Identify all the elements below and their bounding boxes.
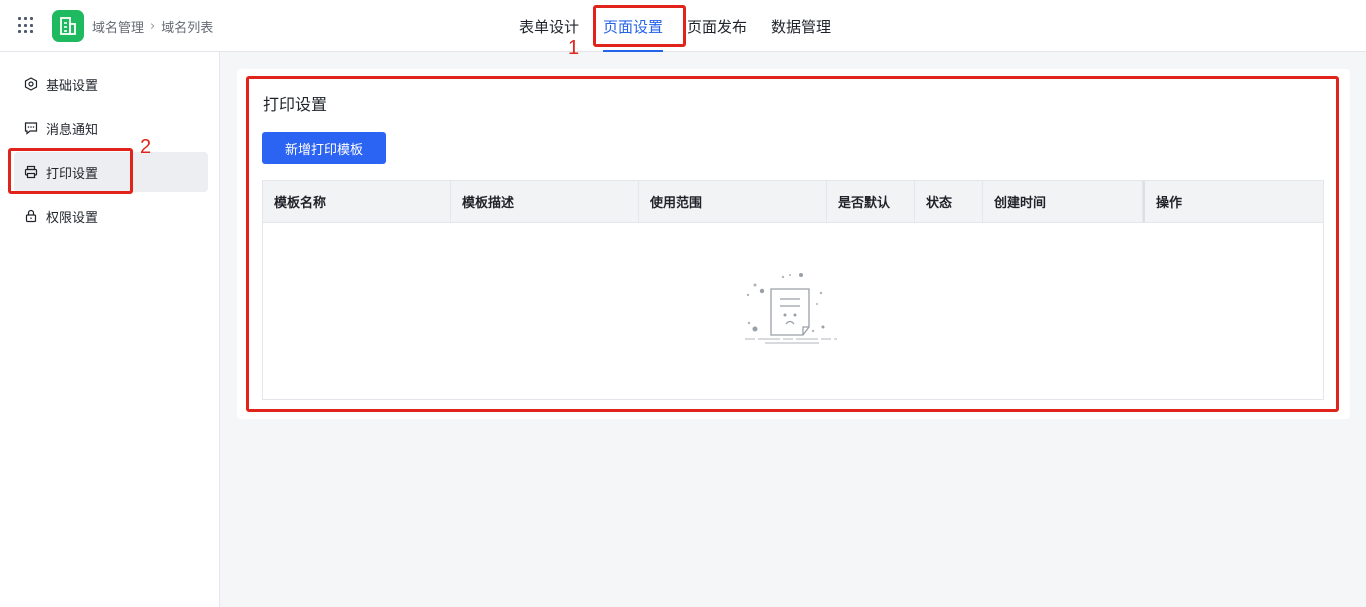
sidebar-item-label: 基础设置 <box>46 78 99 94</box>
breadcrumb: 域名管理 › 域名列表 <box>92 17 213 36</box>
breadcrumb-domain-list[interactable]: 域名列表 <box>161 17 213 36</box>
apps-grid-icon[interactable] <box>18 17 35 34</box>
tab-data-management[interactable]: 数据管理 <box>759 0 843 52</box>
annotation-number-1: 1 <box>568 37 580 59</box>
form-app-icon <box>60 17 76 35</box>
annotation-box-tab <box>593 5 686 47</box>
sidebar-item-basic-settings[interactable]: 基础设置 <box>14 64 208 104</box>
tab-page-publish[interactable]: 页面发布 <box>675 0 759 52</box>
sidebar-item-label: 权限设置 <box>46 210 99 226</box>
message-icon <box>24 121 38 135</box>
settings-icon <box>24 77 38 91</box>
app-logo[interactable] <box>52 10 84 42</box>
lock-icon <box>24 209 38 223</box>
chevron-right-icon: › <box>150 18 156 34</box>
sidebar-item-permission-settings[interactable]: 权限设置 <box>14 196 208 236</box>
annotation-box-card <box>246 76 1339 412</box>
sidebar-item-message-notification[interactable]: 消息通知 <box>14 108 208 148</box>
sidebar-item-label: 消息通知 <box>46 122 99 138</box>
annotation-number-2: 2 <box>140 136 152 158</box>
annotation-box-sidebar <box>8 148 133 194</box>
sidebar: 基础设置 消息通知 打印设置 权限设置 <box>0 52 220 607</box>
breadcrumb-domain-management[interactable]: 域名管理 <box>92 17 144 36</box>
